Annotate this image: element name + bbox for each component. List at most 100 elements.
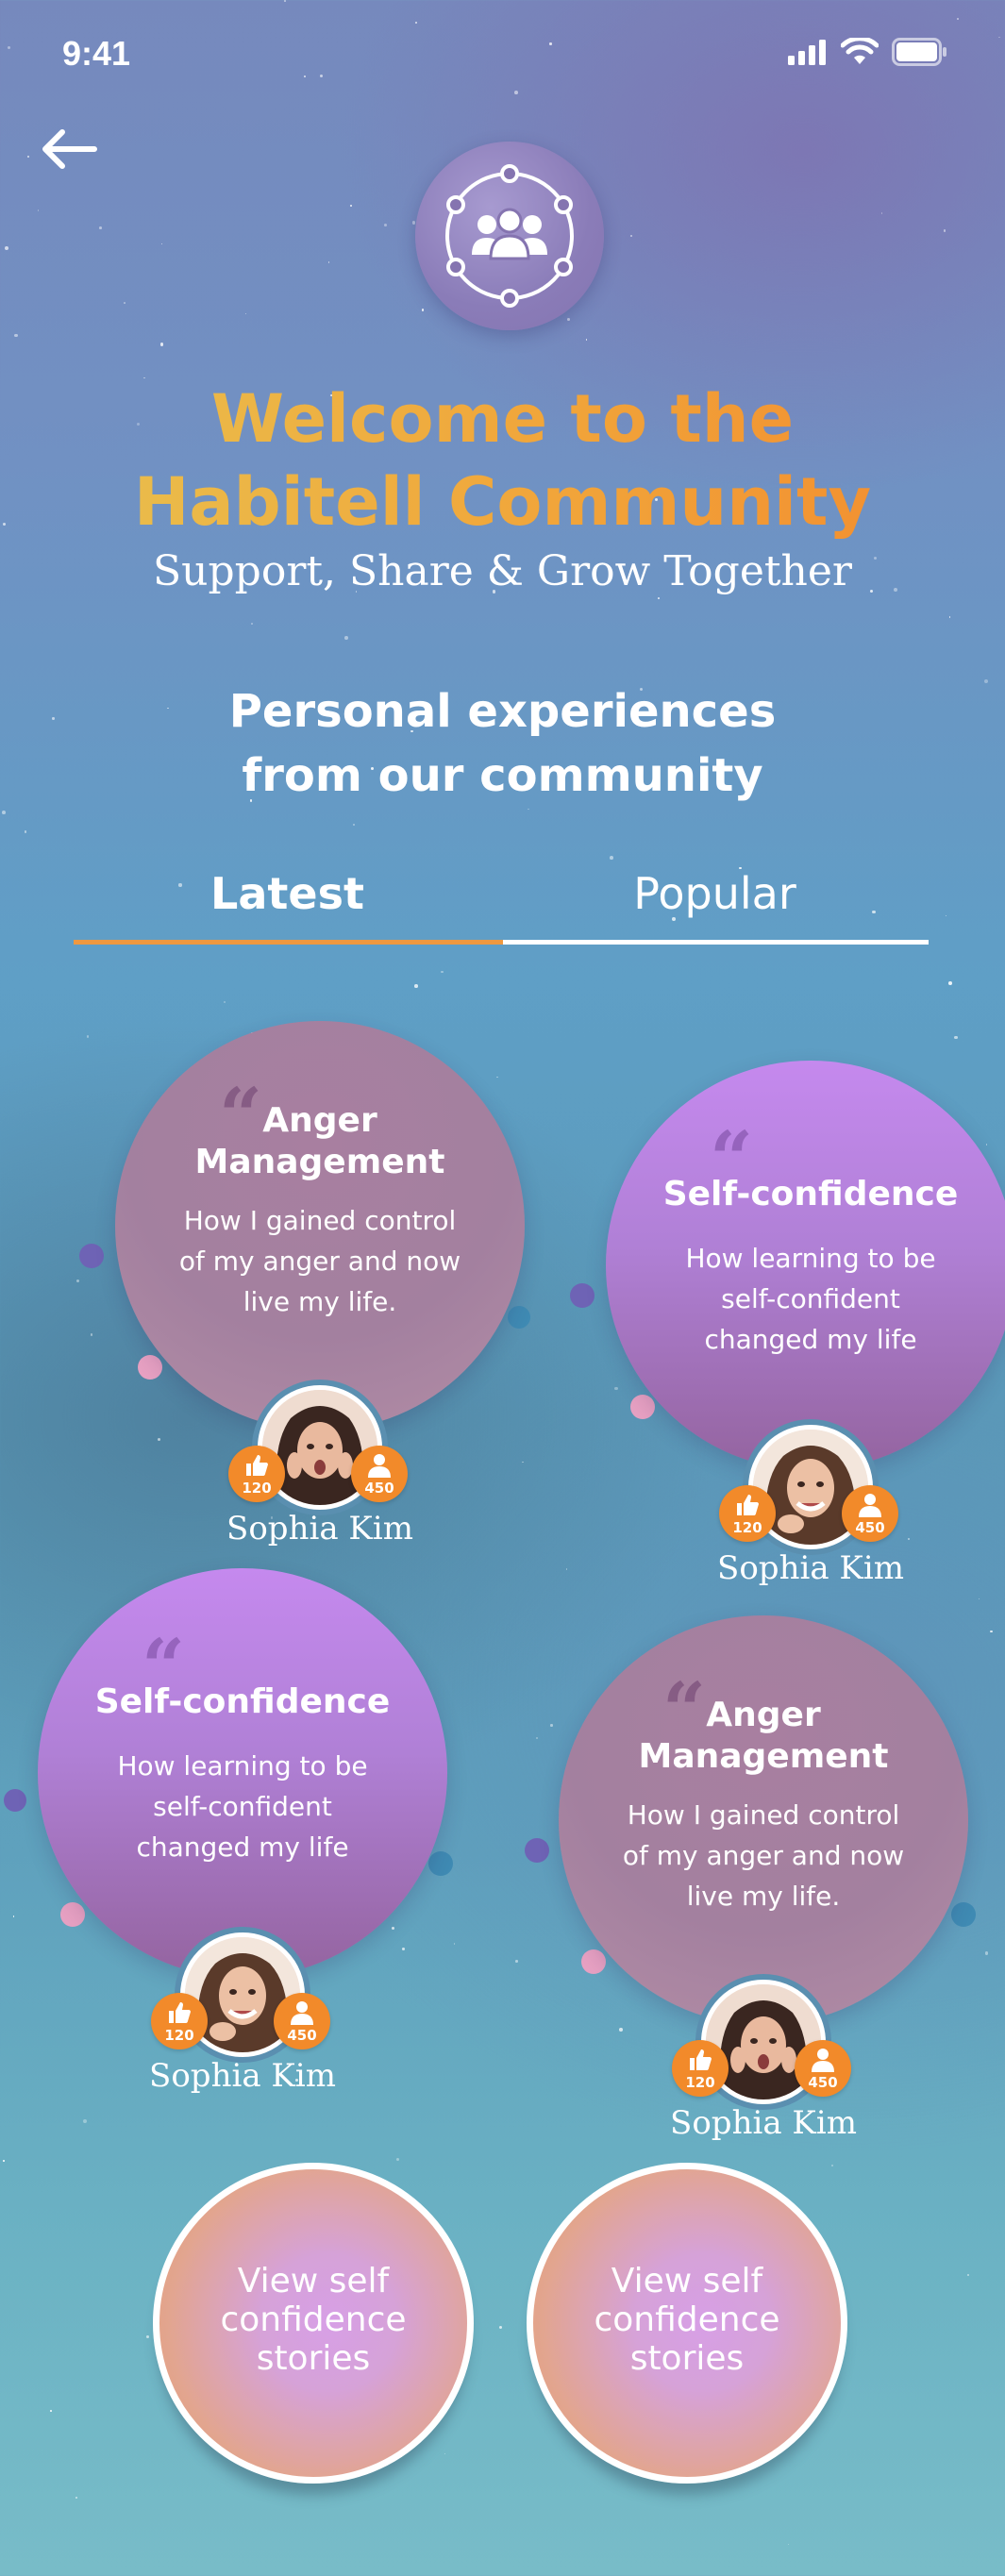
star-dot [283, 0, 287, 3]
post-excerpt: How learning to be self-confident changed … [685, 1243, 936, 1355]
cellular-icon [788, 40, 826, 65]
section-title-line2: from our community [242, 749, 763, 802]
star-dot [947, 980, 952, 985]
like-count: 120 [732, 1519, 762, 1536]
post-card[interactable]: “ Self-confidence How learning to be self… [38, 1568, 447, 2097]
author-name: Sophia Kim [226, 1510, 413, 1547]
post-card[interactable]: “ Anger Management How I gained control of… [559, 1615, 968, 2144]
star-dot [250, 622, 253, 625]
follower-count: 450 [287, 2027, 317, 2044]
star-dot [27, 155, 30, 158]
like-badge[interactable]: 120 [719, 1485, 776, 1542]
follower-count: 450 [855, 1519, 885, 1536]
star-dot [880, 212, 883, 214]
star-dot [787, 2544, 789, 2546]
like-icon [246, 1455, 268, 1476]
star-dot [24, 830, 27, 833]
decor-dot [525, 1838, 549, 1863]
follower-badge[interactable]: 450 [274, 1993, 330, 2049]
star-dot [954, 1035, 958, 1040]
tab-indicator [503, 940, 929, 945]
star-dot [998, 36, 1001, 39]
post-bubble[interactable]: “ Self-confidence How learning to be self… [606, 1061, 1005, 1470]
decor-dot [4, 1789, 26, 1812]
star-dot [304, 75, 306, 77]
star-dot [945, 914, 947, 917]
follower-icon [368, 1454, 391, 1478]
tab-popular[interactable]: Popular [501, 868, 929, 919]
star-dot [350, 204, 353, 207]
post-bubble[interactable]: “ Self-confidence How learning to be self… [38, 1568, 447, 1978]
section-title: Personal experiences from our community [0, 679, 1005, 808]
star-dot [514, 90, 519, 94]
star-dot [441, 970, 444, 974]
star-dot [223, 1000, 226, 1004]
like-badge[interactable]: 120 [228, 1446, 285, 1502]
star-dot [3, 2160, 5, 2162]
like-badge[interactable]: 120 [151, 1993, 208, 2049]
star-dot [528, 808, 529, 811]
star-dot [990, 1630, 993, 1633]
welcome-subtitle: Support, Share & Grow Together [153, 547, 852, 595]
community-icon [445, 164, 574, 308]
follower-badge[interactable]: 450 [795, 2040, 851, 2097]
star-dot [124, 301, 126, 304]
star-dot [245, 312, 247, 314]
star-dot [565, 1567, 568, 1570]
post-title: Self-confidence [662, 1175, 959, 1213]
star-dot [948, 615, 951, 618]
tab-bar: Latest Popular [74, 859, 929, 945]
post-card[interactable]: “ Anger Management How I gained control of… [115, 1021, 525, 1549]
star-dot [444, 2452, 446, 2454]
post-card[interactable]: “ Self-confidence How learning to be self… [606, 1061, 1005, 1589]
like-count: 120 [164, 2027, 194, 2044]
author-name: Sophia Kim [149, 2057, 336, 2095]
follower-icon [291, 2001, 313, 2025]
star-dot [453, 1943, 455, 1945]
section-title-line1: Personal experiences [228, 685, 777, 738]
star-dot [630, 234, 633, 237]
follower-badge[interactable]: 450 [351, 1446, 408, 1502]
view-stories-label: View self confidence stories [220, 2262, 407, 2378]
star-dot [979, 1597, 980, 1599]
wifi-icon [841, 38, 879, 64]
back-arrow-icon[interactable] [36, 121, 102, 177]
tab-latest[interactable]: Latest [74, 868, 501, 919]
view-stories-label: View self confidence stories [594, 2262, 780, 2378]
view-stories-button[interactable]: View self confidence stories [527, 2163, 847, 2484]
star-dot [76, 1280, 80, 1283]
star-dot [535, 1736, 539, 1739]
post-bubble[interactable]: “ Anger Management How I gained control of… [559, 1615, 968, 2025]
star-dot [830, 2164, 834, 2167]
star-dot [498, 2326, 502, 2330]
like-badge[interactable]: 120 [672, 2040, 729, 2097]
post-title: Anger Management [638, 1696, 889, 1776]
star-dot [549, 42, 552, 45]
follower-count: 450 [808, 2074, 838, 2091]
follower-badge[interactable]: 450 [842, 1485, 898, 1542]
follower-icon [812, 2049, 834, 2072]
tab-indicator-active [74, 940, 503, 945]
status-time: 9:41 [62, 34, 131, 73]
star-dot [12, 1915, 14, 1917]
star-dot [159, 343, 163, 346]
post-bubble[interactable]: “ Anger Management How I gained control of… [115, 1021, 525, 1430]
follower-icon [859, 1494, 881, 1517]
star-dot [146, 2335, 150, 2338]
star-dot [396, 2158, 400, 2162]
star-dot [320, 74, 324, 77]
follower-count: 450 [364, 1480, 394, 1497]
author-name: Sophia Kim [670, 2104, 857, 2142]
like-icon [737, 1495, 759, 1515]
star-dot [943, 229, 946, 232]
star-dot [956, 18, 959, 20]
view-stories-button[interactable]: View self confidence stories [153, 2163, 474, 2484]
like-icon [690, 2049, 712, 2070]
star-dot [327, 261, 330, 263]
like-count: 120 [242, 1480, 272, 1497]
author-name: Sophia Kim [717, 1549, 904, 1587]
welcome-title-line2: Habitell Community [0, 460, 1005, 544]
star-dot [5, 245, 9, 250]
like-count: 120 [685, 2074, 715, 2091]
star-dot [658, 597, 660, 599]
